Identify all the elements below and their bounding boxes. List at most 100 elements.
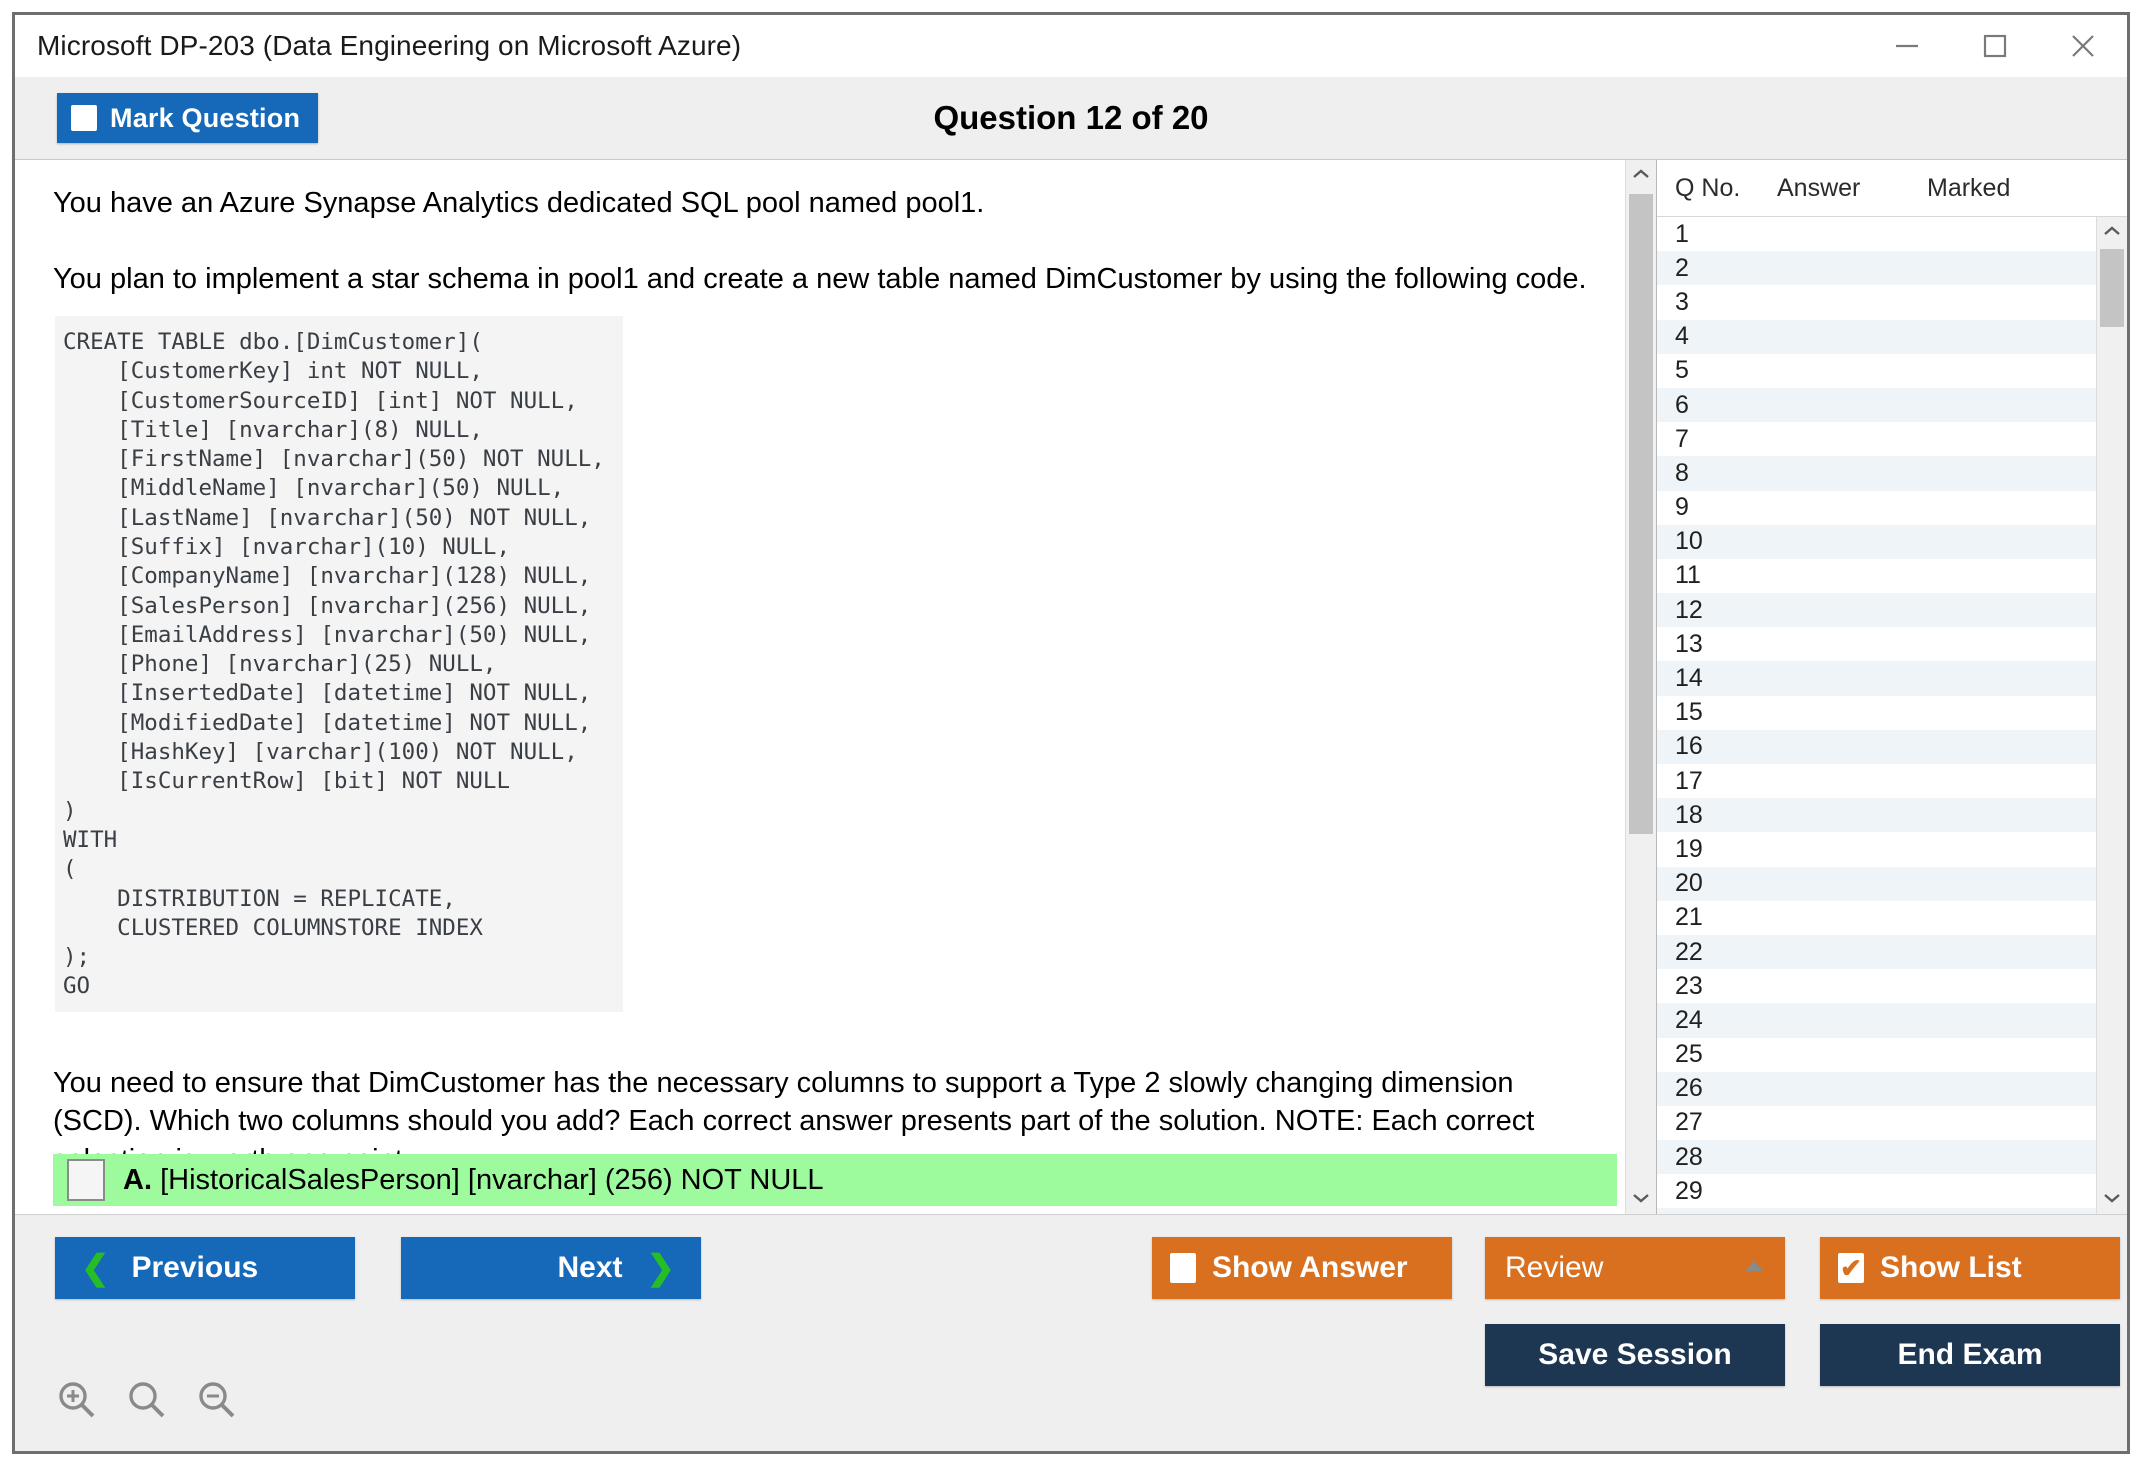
question-list-row[interactable]: 16 xyxy=(1657,730,2096,764)
scroll-down-button[interactable] xyxy=(1626,1184,1656,1214)
scroll-thumb[interactable] xyxy=(1629,194,1653,834)
question-row-number: 19 xyxy=(1657,835,1777,864)
title-bar: Microsoft DP-203 (Data Engineering on Mi… xyxy=(15,15,2127,77)
header-bar: Mark Question Question 12 of 20 xyxy=(15,77,2127,159)
question-list-row[interactable]: 2 xyxy=(1657,251,2096,285)
question-row-number: 24 xyxy=(1657,1006,1777,1035)
question-row-number: 10 xyxy=(1657,527,1777,556)
question-row-number: 29 xyxy=(1657,1177,1777,1206)
question-list-row[interactable]: 11 xyxy=(1657,559,2096,593)
question-row-number: 21 xyxy=(1657,903,1777,932)
exam-window: Microsoft DP-203 (Data Engineering on Mi… xyxy=(12,12,2130,1454)
show-answer-checkbox[interactable] xyxy=(1170,1253,1196,1283)
previous-button-label: Previous xyxy=(132,1251,259,1285)
question-row-number: 3 xyxy=(1657,288,1777,317)
show-list-checkbox[interactable]: ✔ xyxy=(1838,1253,1864,1283)
window-title: Microsoft DP-203 (Data Engineering on Mi… xyxy=(15,30,741,62)
question-list-row[interactable]: 13 xyxy=(1657,627,2096,661)
question-list-row[interactable]: 15 xyxy=(1657,696,2096,730)
maximize-icon xyxy=(1982,33,2008,59)
question-list-row[interactable]: 29 xyxy=(1657,1174,2096,1208)
question-list-row[interactable]: 26 xyxy=(1657,1072,2096,1106)
answer-option-a-label: A. [HistoricalSalesPerson] [nvarchar] (2… xyxy=(123,1164,824,1197)
show-answer-button[interactable]: Show Answer xyxy=(1152,1237,1452,1299)
body-area: You have an Azure Synapse Analytics dedi… xyxy=(15,159,2127,1214)
question-list-header: Q No. Answer Marked xyxy=(1657,160,2127,217)
question-list-row[interactable]: 24 xyxy=(1657,1003,2096,1037)
scroll-up-button[interactable] xyxy=(1626,160,1656,190)
show-answer-label: Show Answer xyxy=(1212,1251,1408,1285)
question-list-row[interactable]: 10 xyxy=(1657,525,2096,559)
mark-question-label: Mark Question xyxy=(110,103,300,134)
check-icon: ✔ xyxy=(1840,1255,1862,1281)
question-list-rows: 1234567891011121314151617181920212223242… xyxy=(1657,217,2096,1214)
question-row-number: 14 xyxy=(1657,664,1777,693)
chevron-up-icon xyxy=(2104,223,2120,241)
answer-option-a-text: [HistoricalSalesPerson] [nvarchar] (256)… xyxy=(160,1164,824,1196)
zoom-reset-icon[interactable] xyxy=(125,1378,169,1427)
question-list-row[interactable]: 19 xyxy=(1657,832,2096,866)
question-list-row[interactable]: 12 xyxy=(1657,593,2096,627)
question-list-row[interactable]: 3 xyxy=(1657,285,2096,319)
column-header-marked: Marked xyxy=(1927,174,2127,203)
question-row-number: 28 xyxy=(1657,1143,1777,1172)
question-list-row[interactable]: 17 xyxy=(1657,764,2096,798)
footer-bar: ❮ Previous Next ❯ Show Answer Review ✔ S… xyxy=(15,1214,2127,1451)
show-list-button[interactable]: ✔ Show List xyxy=(1820,1237,2120,1299)
question-list-row[interactable]: 23 xyxy=(1657,969,2096,1003)
mark-question-checkbox[interactable] xyxy=(71,105,97,131)
question-list-row[interactable]: 7 xyxy=(1657,422,2096,456)
question-row-number: 15 xyxy=(1657,698,1777,727)
minimize-button[interactable] xyxy=(1863,15,1951,77)
question-list-row[interactable]: 25 xyxy=(1657,1038,2096,1072)
next-button-label: Next xyxy=(557,1251,622,1285)
next-button[interactable]: Next ❯ xyxy=(401,1237,701,1299)
question-list-row[interactable]: 5 xyxy=(1657,354,2096,388)
question-list-row[interactable]: 6 xyxy=(1657,388,2096,422)
review-label: Review xyxy=(1505,1251,1603,1285)
chevron-right-icon: ❯ xyxy=(647,1251,676,1285)
question-row-number: 6 xyxy=(1657,391,1777,420)
zoom-out-icon[interactable] xyxy=(195,1378,239,1427)
close-button[interactable] xyxy=(2039,15,2127,77)
question-list-scrollbar[interactable] xyxy=(2096,217,2127,1214)
list-scroll-thumb[interactable] xyxy=(2100,249,2124,327)
question-row-number: 1 xyxy=(1657,220,1777,249)
question-list-row[interactable]: 14 xyxy=(1657,661,2096,695)
review-dropdown[interactable]: Review xyxy=(1485,1237,1785,1299)
question-pane-scrollbar[interactable] xyxy=(1625,160,1656,1214)
question-list-row[interactable]: 1 xyxy=(1657,217,2096,251)
chevron-up-icon xyxy=(1633,166,1649,184)
question-paragraph-1: You have an Azure Synapse Analytics dedi… xyxy=(53,186,1591,222)
question-list-row[interactable]: 20 xyxy=(1657,867,2096,901)
question-row-number: 13 xyxy=(1657,630,1777,659)
question-list-row[interactable]: 4 xyxy=(1657,320,2096,354)
list-scroll-up-button[interactable] xyxy=(2097,217,2127,247)
mark-question-button[interactable]: Mark Question xyxy=(57,93,318,143)
question-list-row[interactable]: 21 xyxy=(1657,901,2096,935)
answer-option-a-letter: A. xyxy=(123,1164,152,1196)
zoom-in-icon[interactable] xyxy=(55,1378,99,1427)
previous-button[interactable]: ❮ Previous xyxy=(55,1237,355,1299)
list-scroll-down-button[interactable] xyxy=(2097,1184,2127,1214)
question-row-number: 25 xyxy=(1657,1040,1777,1069)
question-row-number: 5 xyxy=(1657,356,1777,385)
question-list-row[interactable]: 9 xyxy=(1657,491,2096,525)
end-exam-label: End Exam xyxy=(1897,1338,2042,1372)
minimize-icon xyxy=(1894,39,1920,53)
question-list-row[interactable]: 22 xyxy=(1657,935,2096,969)
question-list-row[interactable]: 18 xyxy=(1657,798,2096,832)
question-row-number: 9 xyxy=(1657,493,1777,522)
question-list-row[interactable]: 28 xyxy=(1657,1140,2096,1174)
answer-option-a-checkbox[interactable] xyxy=(67,1159,105,1201)
chevron-down-icon xyxy=(1633,1190,1649,1208)
maximize-button[interactable] xyxy=(1951,15,2039,77)
question-list-body: 1234567891011121314151617181920212223242… xyxy=(1657,217,2127,1214)
question-row-number: 16 xyxy=(1657,732,1777,761)
save-session-button[interactable]: Save Session xyxy=(1485,1324,1785,1386)
question-list-row[interactable]: 8 xyxy=(1657,456,2096,490)
end-exam-button[interactable]: End Exam xyxy=(1820,1324,2120,1386)
answer-option-a[interactable]: A. [HistoricalSalesPerson] [nvarchar] (2… xyxy=(53,1154,1617,1206)
question-list-row[interactable]: 27 xyxy=(1657,1106,2096,1140)
question-row-number: 23 xyxy=(1657,972,1777,1001)
